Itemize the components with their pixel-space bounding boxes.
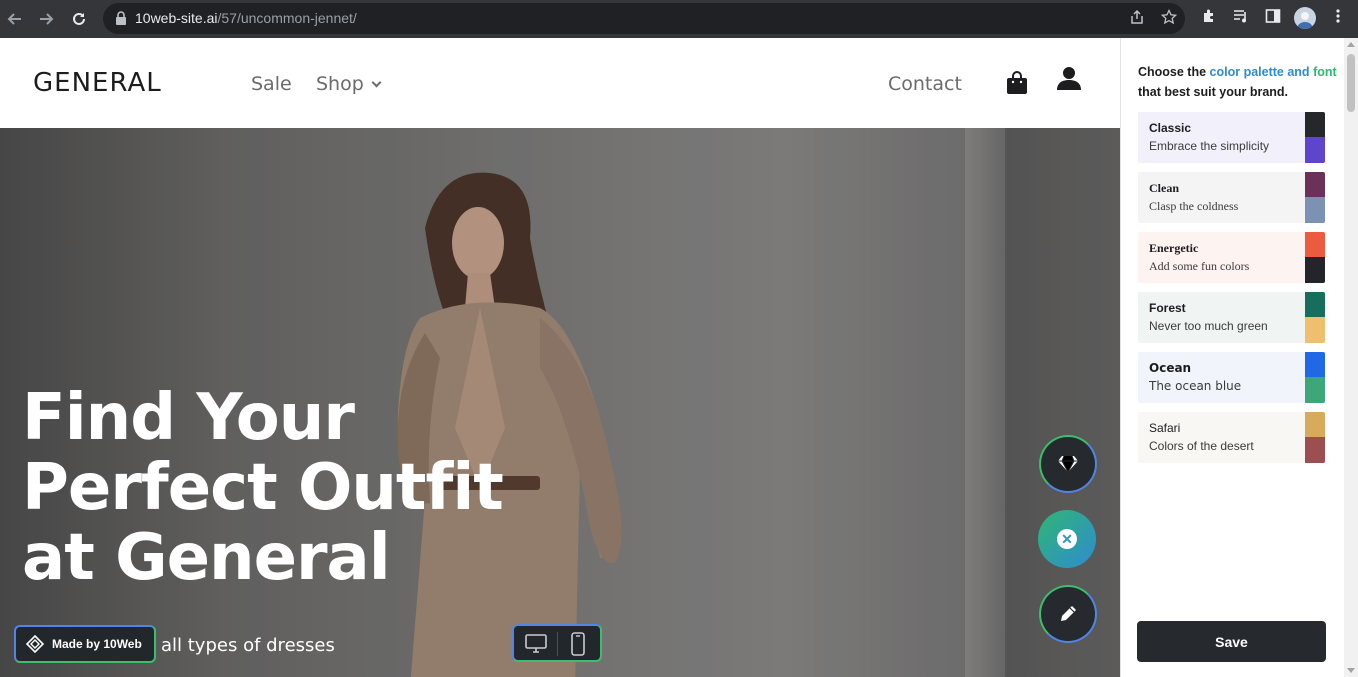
made-by-label: Made by 10Web [52,637,142,651]
palette-desc: Add some fun colors [1149,259,1250,273]
close-fab-button[interactable]: ✕ [1038,510,1096,568]
panel-intro: Choose the color palette and font that b… [1138,62,1338,102]
palette-swatch-primary [1305,412,1325,437]
reload-button[interactable] [67,7,91,31]
close-icon: ✕ [1057,529,1077,549]
device-toggle [512,624,602,662]
scrollbar-thumb[interactable] [1347,54,1355,112]
palette-swatch-primary [1305,292,1325,317]
nav-shop[interactable]: Shop [316,73,382,95]
nav-shop-label: Shop [316,73,364,95]
palette-swatch-primary [1305,172,1325,197]
palette-swatch-secondary [1305,437,1325,463]
palette-option-energetic[interactable]: Energetic Add some fun colors [1138,232,1325,283]
made-by-badge[interactable]: Made by 10Web [14,625,156,663]
address-bar[interactable]: 10web-site.ai/57/uncommon-jennet/ [103,3,1185,34]
lock-icon [116,11,126,25]
palette-swatch-secondary [1305,197,1325,223]
url-host: 10web-site.ai [135,10,218,26]
site-header: GENERAL Sale Shop Contact [0,38,1120,128]
palette-swatch-secondary [1305,137,1325,163]
hero-headline-line1: Find Your [22,381,355,455]
palette-name: Clean [1149,181,1179,195]
palette-desc: Colors of the desert [1149,439,1254,453]
profile-avatar[interactable] [1294,7,1316,29]
palette-desc: Embrace the simplicity [1149,139,1270,153]
intro-suffix: that best suit your brand. [1138,85,1289,99]
scroll-down-icon[interactable] [1347,668,1355,673]
url-path: /57/uncommon-jennet/ [217,10,357,26]
palette-swatch-primary [1305,232,1325,257]
device-divider [557,632,558,656]
intro-highlight-1: color palette and [1209,65,1310,79]
pencil-icon [1061,606,1076,621]
star-icon[interactable] [1160,8,1178,27]
save-button[interactable]: Save [1137,621,1326,662]
palette-swatch-primary [1305,112,1325,137]
url-text: 10web-site.ai/57/uncommon-jennet/ [135,10,357,26]
scroll-up-icon[interactable] [1347,42,1355,47]
media-icon[interactable] [1231,8,1251,28]
palette-desc: The ocean blue [1149,379,1242,393]
palette-swatch-secondary [1305,257,1325,283]
intro-prefix: Choose the [1138,65,1210,79]
side-panel-icon[interactable] [1263,8,1283,28]
panel-scrollbar[interactable] [1344,38,1358,677]
puzzle-icon[interactable] [1199,8,1219,28]
palette-option-classic[interactable]: Classic Embrace the simplicity [1138,112,1325,163]
palette-option-safari[interactable]: Safari Colors of the desert [1138,412,1325,463]
shopping-bag-icon[interactable] [1006,70,1028,94]
more-icon[interactable] [1328,8,1348,28]
diamond-icon [1058,455,1078,473]
palette-desc: Never too much green [1149,319,1268,333]
intro-highlight-2: font [1313,65,1337,79]
browser-toolbar: 10web-site.ai/57/uncommon-jennet/ [0,0,1358,38]
palette-desc: Clasp the coldness [1149,199,1239,213]
palette-name: Safari [1149,421,1181,435]
mobile-icon[interactable] [571,632,585,656]
nav-sale[interactable]: Sale [251,73,292,95]
palette-name: Classic [1149,121,1192,135]
hero-headline: Find Your Perfect Outfit at General [22,381,504,595]
palette-swatch-secondary [1305,317,1325,343]
forward-button[interactable] [34,7,58,31]
palette-panel: Choose the color palette and font that b… [1120,38,1358,677]
hero-headline-line3: at General [22,521,391,595]
arrow-left-icon [7,13,21,25]
palette-swatch-secondary [1305,377,1325,403]
palette-option-forest[interactable]: Forest Never too much green [1138,292,1325,343]
palette-option-clean[interactable]: Clean Clasp the coldness [1138,172,1325,223]
hero-section: Find Your Perfect Outfit at General all … [0,128,1120,677]
hero-headline-line2: Perfect Outfit [22,451,504,525]
nav-contact[interactable]: Contact [888,73,962,95]
palette-name: Forest [1149,301,1186,315]
site-preview: GENERAL Sale Shop Contact Find Your Perf… [0,38,1120,677]
10web-logo-icon [26,635,44,653]
share-icon[interactable] [1128,9,1146,27]
site-logo[interactable]: GENERAL [33,68,162,98]
diamond-fab-button[interactable] [1039,435,1097,493]
chevron-down-icon [371,77,382,88]
palette-swatch-primary [1305,352,1325,377]
palette-name: Energetic [1149,241,1199,255]
reload-icon [73,12,85,25]
back-button[interactable] [3,7,27,31]
edit-fab-button[interactable] [1039,585,1097,643]
user-icon[interactable] [1057,66,1081,92]
palette-option-ocean[interactable]: Ocean The ocean blue [1138,352,1325,403]
hero-subtext: all types of dresses [161,635,335,656]
arrow-right-icon [40,13,54,25]
desktop-icon[interactable] [525,634,547,654]
palette-name: Ocean [1149,361,1192,375]
